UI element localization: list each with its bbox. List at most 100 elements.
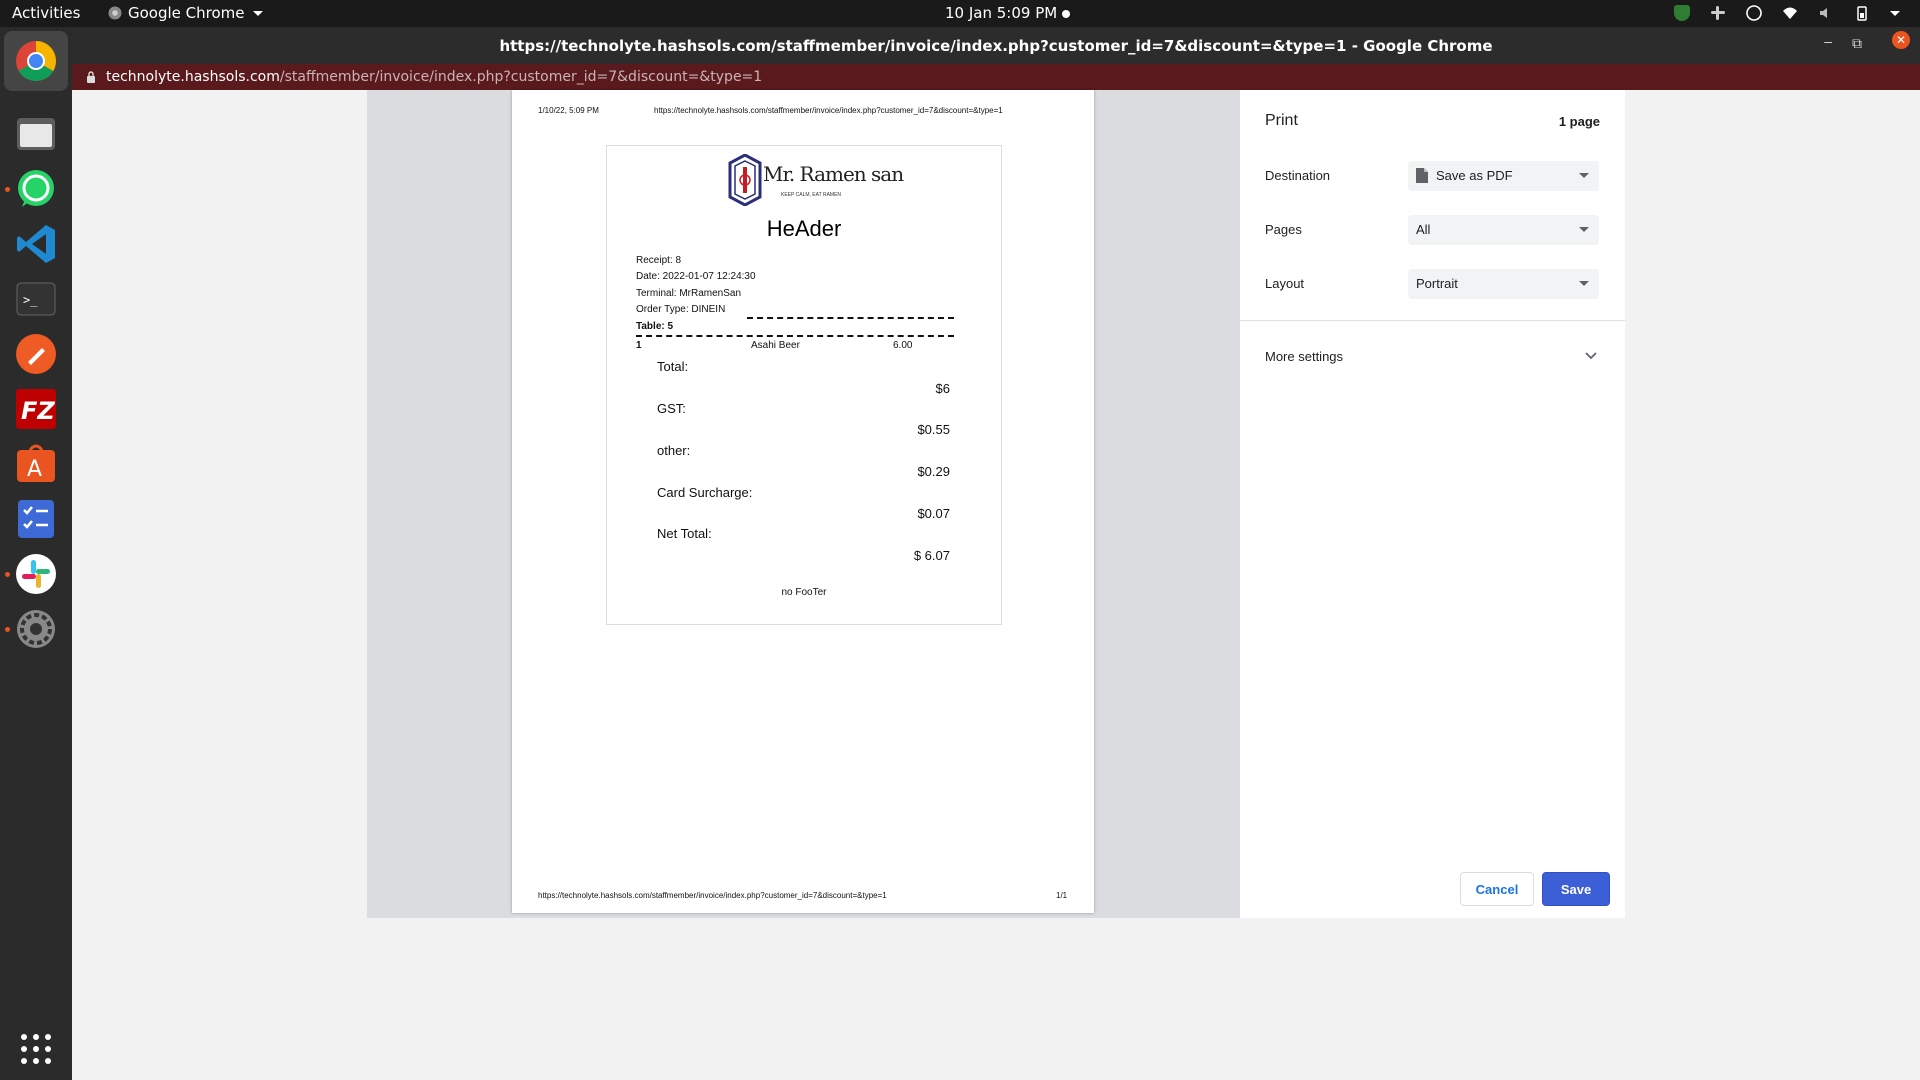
url-path: /staffmember/invoice/index.php?customer_… bbox=[279, 69, 763, 85]
page-header-url: https://technolyte.hashsols.com/staffmem… bbox=[654, 106, 1003, 115]
whatsapp-icon bbox=[18, 170, 54, 207]
system-menu-chevron-icon[interactable] bbox=[1890, 10, 1900, 16]
layout-value: Portrait bbox=[1416, 276, 1458, 291]
dropdown-arrow-icon bbox=[1579, 227, 1589, 232]
total-value: $6 bbox=[935, 381, 950, 396]
receipt-terminal: Terminal: MrRamenSan bbox=[636, 288, 742, 299]
system-top-bar: Activities Google Chrome 10 Jan 5:09 PM bbox=[0, 0, 1920, 27]
logo-text: Mr. Ramen san bbox=[763, 162, 904, 186]
chevron-down-icon[interactable] bbox=[1585, 352, 1597, 360]
dock-settings[interactable] bbox=[12, 605, 60, 653]
item-name: Asahi Beer bbox=[751, 340, 800, 351]
net-total-value: $ 6.07 bbox=[913, 548, 950, 563]
vscode-icon bbox=[17, 225, 55, 263]
address-bar[interactable]: technolyte.hashsols.com/staffmember/invo… bbox=[72, 64, 1920, 90]
wifi-icon[interactable] bbox=[1782, 5, 1798, 21]
app-grid-icon bbox=[21, 1034, 51, 1064]
activities-button[interactable]: Activities bbox=[12, 4, 80, 22]
more-settings-toggle[interactable]: More settings bbox=[1265, 349, 1343, 364]
print-title: Print bbox=[1265, 112, 1298, 129]
close-icon[interactable]: ✕ bbox=[1892, 31, 1910, 49]
page-header-date: 1/10/22, 5:09 PM bbox=[538, 106, 599, 115]
divider bbox=[1240, 320, 1625, 321]
svg-text:A: A bbox=[27, 457, 42, 482]
notification-dot-icon bbox=[1062, 10, 1070, 18]
save-button[interactable]: Save bbox=[1542, 872, 1610, 906]
receipt-heading: HeAder bbox=[766, 216, 842, 241]
other-value: $0.29 bbox=[917, 464, 950, 479]
chevron-down-icon bbox=[252, 10, 263, 16]
dock-files[interactable] bbox=[12, 110, 60, 158]
system-tray[interactable] bbox=[1674, 5, 1900, 21]
dock-vscode[interactable] bbox=[12, 220, 60, 268]
pages-select[interactable]: All bbox=[1408, 215, 1599, 245]
volume-icon[interactable] bbox=[1818, 5, 1834, 21]
dropdown-arrow-icon bbox=[1579, 173, 1589, 178]
receipt-order-type: Order Type: DINEIN bbox=[636, 304, 726, 315]
destination-select[interactable]: Save as PDF bbox=[1408, 161, 1599, 191]
dock-chrome[interactable] bbox=[4, 31, 68, 91]
clock[interactable]: 10 Jan 5:09 PM bbox=[945, 4, 1057, 22]
slack-tray-icon[interactable] bbox=[1710, 5, 1726, 21]
software-center-icon: A bbox=[17, 444, 55, 482]
page-footer-url: https://technolyte.hashsols.com/staffmem… bbox=[538, 891, 887, 900]
whatsapp-tray-icon[interactable] bbox=[1746, 5, 1762, 21]
running-indicator bbox=[5, 187, 10, 192]
item-qty: 1 bbox=[636, 340, 642, 351]
gst-value: $0.55 bbox=[917, 422, 950, 437]
page-footer-number: 1/1 bbox=[1056, 891, 1068, 900]
postman-icon bbox=[16, 334, 56, 374]
window-title-bar[interactable]: https://technolyte.hashsols.com/staffmem… bbox=[72, 27, 1920, 64]
cancel-button[interactable]: Cancel bbox=[1460, 872, 1534, 906]
print-settings-panel: Print 1 page Destination Save as PDF Pag… bbox=[1240, 90, 1625, 918]
page-count: 1 page bbox=[1558, 114, 1600, 129]
receipt-date: Date: 2022-01-07 12:24:30 bbox=[636, 271, 756, 282]
lock-icon bbox=[87, 71, 95, 83]
layout-label: Layout bbox=[1265, 276, 1305, 291]
dock-software[interactable]: A bbox=[12, 440, 60, 488]
chrome-small-icon bbox=[108, 6, 122, 20]
document-icon bbox=[1416, 168, 1428, 183]
url-text: technolyte.hashsols.com/staffmember/invo… bbox=[106, 69, 762, 85]
dock-todo[interactable] bbox=[12, 495, 60, 543]
filezilla-icon: FZ bbox=[16, 389, 56, 429]
pages-label: Pages bbox=[1265, 222, 1302, 237]
running-indicator bbox=[5, 572, 10, 577]
dropdown-arrow-icon bbox=[1579, 281, 1589, 286]
restaurant-logo: Mr. Ramen san KEEP CALM, EAT RAMEN bbox=[727, 153, 904, 207]
net-total-label: Net Total: bbox=[657, 526, 712, 541]
app-name: Google Chrome bbox=[128, 4, 245, 22]
destination-value: Save as PDF bbox=[1436, 168, 1513, 183]
gst-label: GST: bbox=[657, 401, 686, 416]
preview-page: 1/10/22, 5:09 PM https://technolyte.hash… bbox=[512, 90, 1094, 913]
layout-select[interactable]: Portrait bbox=[1408, 269, 1599, 299]
terminal-icon: >_ bbox=[16, 282, 56, 316]
dock-terminal[interactable]: >_ bbox=[12, 275, 60, 323]
settings-icon bbox=[17, 610, 55, 648]
dock-app-grid[interactable] bbox=[12, 1025, 60, 1073]
minimize-icon[interactable]: – bbox=[1824, 33, 1832, 49]
url-host: technolyte.hashsols.com bbox=[106, 69, 280, 85]
receipt: Mr. Ramen san KEEP CALM, EAT RAMEN HeAde… bbox=[606, 145, 1002, 625]
battery-icon[interactable] bbox=[1854, 5, 1870, 21]
dock-postman[interactable] bbox=[12, 330, 60, 378]
divider bbox=[747, 317, 954, 319]
divider bbox=[636, 335, 954, 337]
slack-icon bbox=[16, 554, 56, 594]
logo-tagline: KEEP CALM, EAT RAMEN bbox=[781, 192, 842, 198]
other-label: other: bbox=[657, 443, 691, 458]
running-indicator bbox=[5, 627, 10, 632]
surcharge-value: $0.07 bbox=[917, 506, 950, 521]
dock-filezilla[interactable]: FZ bbox=[12, 385, 60, 433]
app-menu[interactable]: Google Chrome bbox=[108, 4, 263, 22]
chrome-icon bbox=[16, 41, 56, 81]
dock-slack[interactable] bbox=[12, 550, 60, 598]
pages-value: All bbox=[1416, 222, 1431, 237]
dock: >_ FZ A bbox=[0, 27, 72, 1080]
shield-icon[interactable] bbox=[1674, 5, 1690, 21]
restore-icon[interactable]: ⧉ bbox=[1852, 35, 1862, 52]
receipt-footer: no FooTer bbox=[781, 587, 827, 598]
svg-text:FZ: FZ bbox=[21, 397, 55, 425]
dock-whatsapp[interactable] bbox=[12, 165, 60, 213]
total-label: Total: bbox=[657, 359, 689, 374]
